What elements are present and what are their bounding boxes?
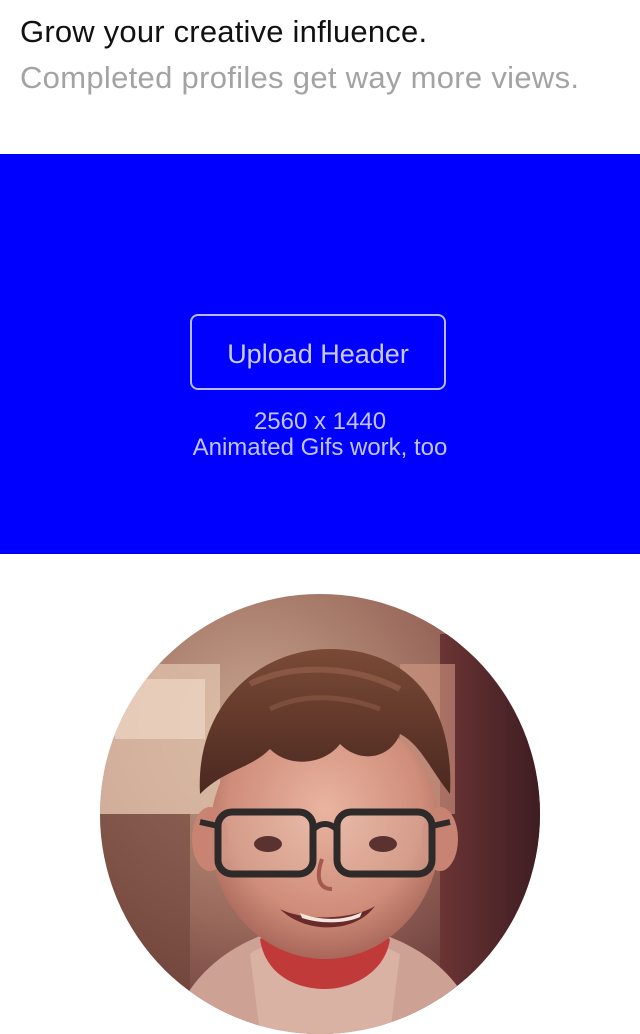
header-hint: Animated Gifs work, too (192, 434, 448, 461)
header-dimensions: 2560 x 1440 (253, 408, 387, 435)
profile-intro: Grow your creative influence. Completed … (0, 0, 640, 154)
intro-subtitle: Completed profiles get way more views. (20, 60, 580, 95)
header-image-area[interactable]: Upload Header 2560 x 1440 Animated Gifs … (0, 154, 640, 554)
avatar[interactable] (100, 594, 540, 1034)
upload-header-button[interactable]: Upload Header (190, 314, 446, 390)
intro-title: Grow your creative influence. (20, 14, 428, 49)
profile-photo (100, 594, 540, 1034)
